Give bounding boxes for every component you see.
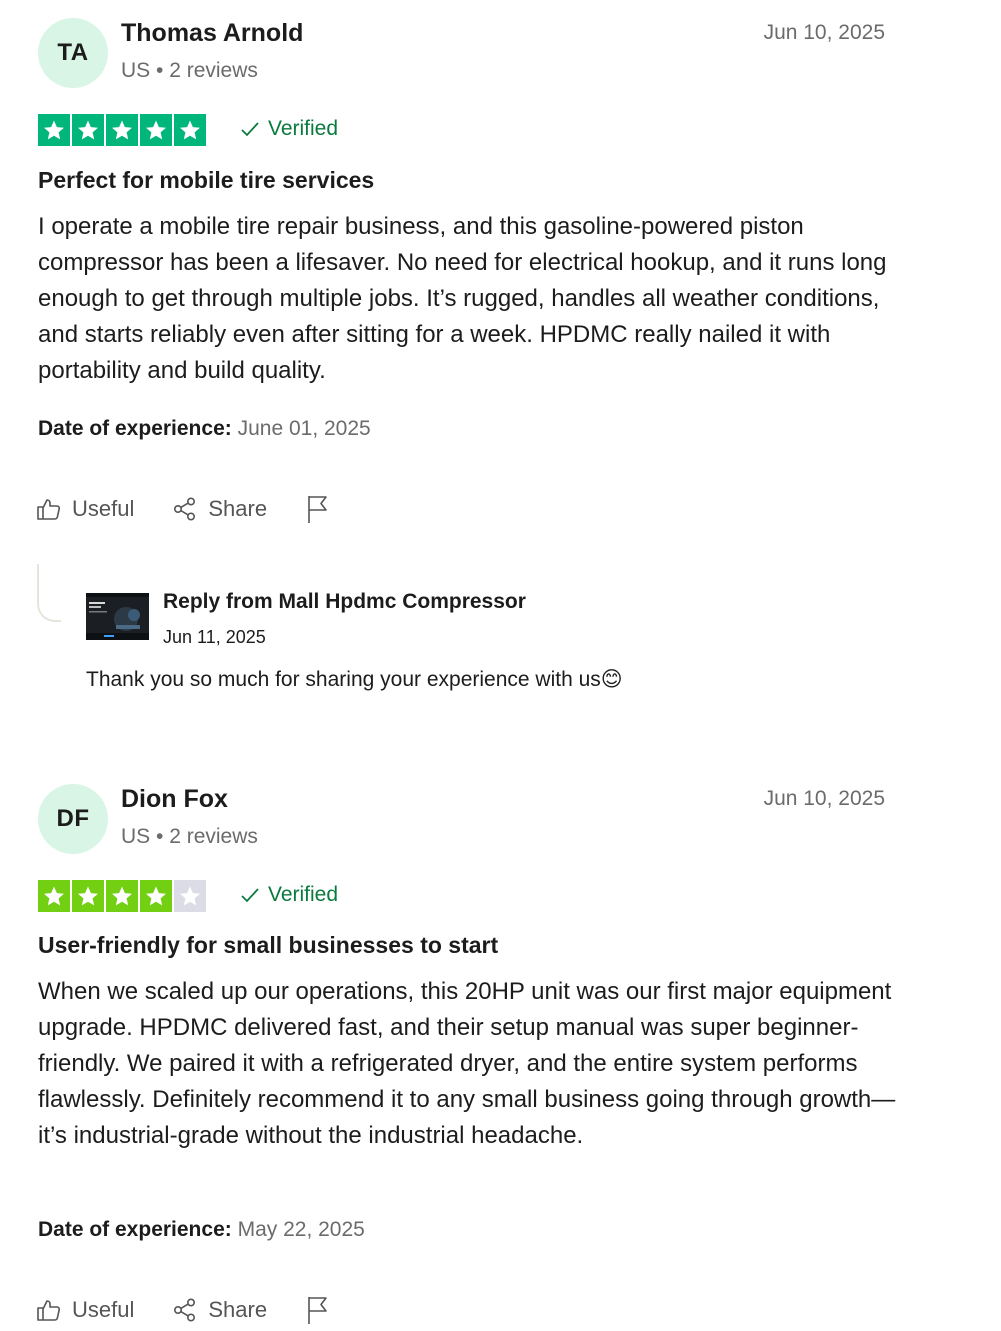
star-icon <box>72 880 104 912</box>
review-title[interactable]: User-friendly for small businesses to st… <box>38 932 498 959</box>
star-icon <box>140 114 172 146</box>
verified-label: Verified <box>268 883 339 906</box>
check-icon <box>241 122 259 137</box>
useful-label: Useful <box>72 496 135 521</box>
star-icon <box>106 880 138 912</box>
star-icon <box>38 880 70 912</box>
share-button[interactable]: Share <box>172 496 267 522</box>
reviewer-meta: US • 2 reviews <box>121 59 258 82</box>
star-icon <box>106 114 138 146</box>
star-icon <box>38 114 70 146</box>
reply-text: Thank you so much for sharing your exper… <box>86 668 623 691</box>
reviewer-meta: US • 2 reviews <box>121 825 258 848</box>
useful-button[interactable]: Useful <box>36 496 134 522</box>
reviewer-name[interactable]: Dion Fox <box>121 785 228 814</box>
useful-label: Useful <box>72 1297 135 1322</box>
star-icon <box>140 880 172 912</box>
flag-icon <box>308 496 327 523</box>
date-of-experience: Date of experience: May 22, 2025 <box>38 1218 365 1242</box>
review-card: DF Dion Fox US • 2 reviews Jun 10, 2025 … <box>0 766 1001 1331</box>
review-body: I operate a mobile tire repair business,… <box>38 213 887 384</box>
star-icon <box>174 114 206 146</box>
report-button[interactable] <box>305 1295 331 1325</box>
avatar[interactable]: TA <box>38 18 108 88</box>
thumbs-up-icon <box>37 499 61 520</box>
reply-connector <box>37 564 61 622</box>
review-actions: Useful Share <box>36 494 369 524</box>
review-date: Jun 10, 2025 <box>763 787 885 810</box>
review-actions: Useful Share <box>36 1295 369 1325</box>
check-icon <box>241 888 259 903</box>
star-rating <box>38 880 206 912</box>
share-button[interactable]: Share <box>172 1297 267 1323</box>
review-body: When we scaled up our operations, this 2… <box>38 978 896 1149</box>
star-icon <box>72 114 104 146</box>
flag-icon <box>308 1297 327 1324</box>
company-logo[interactable] <box>86 593 149 640</box>
useful-button[interactable]: Useful <box>36 1297 134 1323</box>
report-button[interactable] <box>305 494 331 524</box>
share-icon <box>174 1298 196 1322</box>
share-label: Share <box>208 1297 268 1322</box>
share-icon <box>174 497 196 521</box>
thumbs-up-icon <box>37 1300 61 1321</box>
reply-date: Jun 11, 2025 <box>163 627 266 647</box>
date-of-experience-label: Date of experience: <box>38 417 232 440</box>
review-title[interactable]: Perfect for mobile tire services <box>38 167 374 194</box>
avatar[interactable]: DF <box>38 784 108 854</box>
date-of-experience-value: May 22, 2025 <box>237 1218 365 1241</box>
review-date: Jun 10, 2025 <box>763 21 885 44</box>
date-of-experience-value: June 01, 2025 <box>237 417 371 440</box>
verified-label: Verified <box>268 117 339 140</box>
verified-badge[interactable]: Verified <box>240 117 338 141</box>
date-of-experience: Date of experience: June 01, 2025 <box>38 417 371 441</box>
reply-title: Reply from Mall Hpdmc Compressor <box>163 590 526 613</box>
share-label: Share <box>208 496 268 521</box>
reviewer-name[interactable]: Thomas Arnold <box>121 19 303 48</box>
verified-badge[interactable]: Verified <box>240 883 338 907</box>
star-rating <box>38 114 206 146</box>
star-empty-icon <box>174 880 206 912</box>
review-card: TA Thomas Arnold US • 2 reviews Jun 10, … <box>0 0 1001 720</box>
date-of-experience-label: Date of experience: <box>38 1218 232 1241</box>
